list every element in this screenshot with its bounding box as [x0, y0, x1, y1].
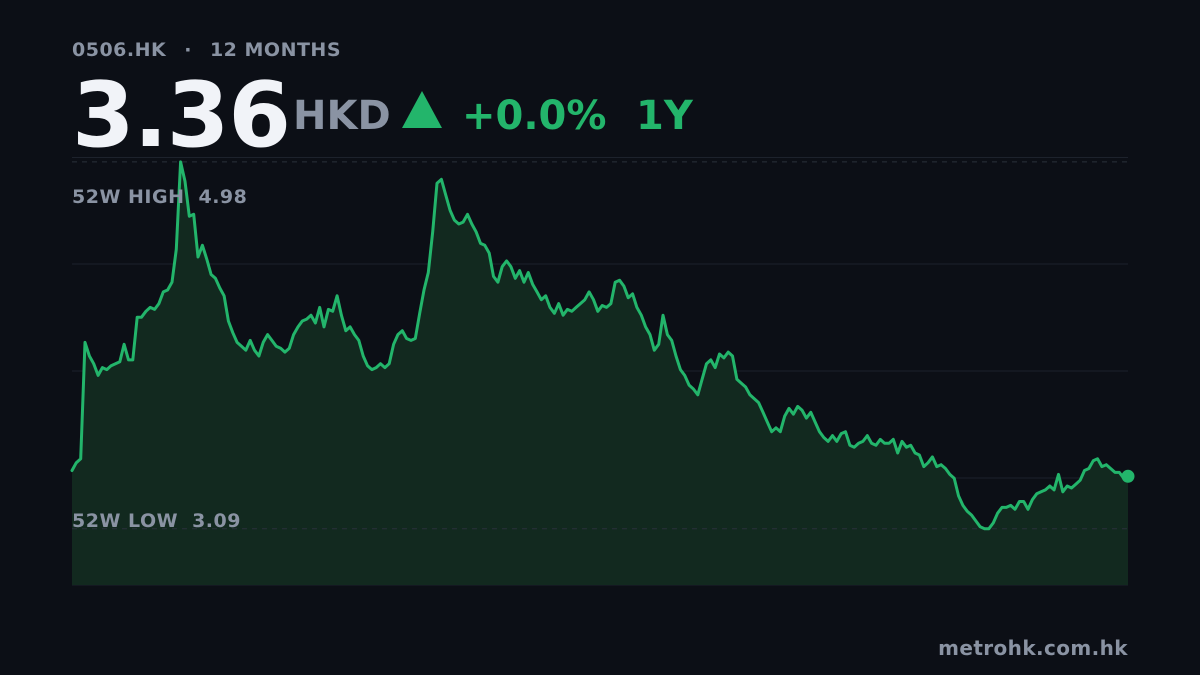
high-label: 52W HIGH 4.98 — [72, 186, 247, 208]
high-label-text: 52W HIGH — [72, 186, 185, 208]
low-label-text: 52W LOW — [72, 510, 179, 532]
high-label-value: 4.98 — [198, 186, 248, 208]
source-credit: metrohk.com.hk — [938, 636, 1128, 660]
low-label-value: 3.09 — [192, 510, 241, 532]
low-label: 52W LOW 3.09 — [72, 510, 241, 532]
price-chart — [70, 160, 1135, 586]
last-price-marker — [1121, 469, 1135, 483]
